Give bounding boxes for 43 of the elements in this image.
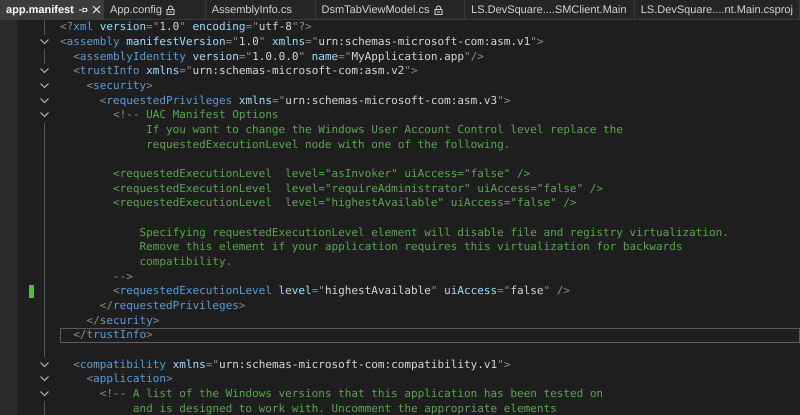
code-line: <compatibility xmlns="urn:schemas-microsoft-com:compatibility.v1"> [72, 358, 510, 372]
code-line: </requestedPrivileges> [98, 299, 246, 314]
pin-icon[interactable] [78, 4, 88, 14]
collapse-chevron-icon[interactable] [40, 112, 48, 118]
code-line: and is designed to work with. Uncomment the appropriate elements [132, 402, 557, 415]
code-line: <assembly manifestVersion="1.0" xmlns="urn:schemas-microsoft-com:asm.v1"> [60, 35, 544, 49]
editor-tab[interactable]: DsmTabViewModel.cs [316, 0, 466, 19]
collapse-chevron-icon[interactable] [40, 362, 48, 368]
code-line: <requestedPrivileges xmlns="urn:schemas-microsoft-com:asm.v3"> [98, 94, 510, 108]
code-line: <!-- A list of the Windows versions that this application has been tested on [98, 387, 604, 402]
editor-tab[interactable]: App.config [104, 0, 206, 19]
editor-tab[interactable]: LS.DevSquare....SMClient.Main [465, 0, 635, 19]
code-line: <assemblyIdentity version="1.0.0.0" name="MyApplication.app"/> [72, 50, 484, 64]
editor-tab[interactable]: LS.DevSquare....nt.Main.csproj [634, 0, 800, 19]
collapse-chevron-icon[interactable] [40, 39, 48, 45]
code-line: compatibility. [138, 255, 232, 270]
code-line: <requestedExecutionLevel level="requireAdministrator" uiAccess="false" /> [112, 182, 604, 196]
code-line: Specifying requestedExecutionLevel element will disable file and registry virtualization. [138, 226, 729, 240]
collapse-chevron-icon[interactable] [40, 68, 48, 74]
code-line: Remove this element if your application requires this virtualization for backwards [138, 240, 683, 254]
code-line: <?xml version="1.0" encoding="utf-8"?> [60, 20, 312, 34]
code-line: <!-- UAC Manifest Options [112, 108, 279, 122]
code-line: --> [112, 270, 133, 284]
lock-icon[interactable] [166, 4, 175, 14]
collapse-chevron-icon[interactable] [40, 83, 48, 90]
code-line: <trustInfo xmlns="urn:schemas-microsoft-com:asm.v2"> [72, 64, 418, 78]
code-line: <requestedExecutionLevel level="highestAvailable" uiAccess="false" /> [112, 196, 577, 210]
code-line: <requestedExecutionLevel level="asInvoker" uiAccess="false" /> [112, 167, 530, 182]
close-icon[interactable] [92, 5, 101, 14]
collapse-chevron-icon[interactable] [40, 376, 48, 382]
collapse-chevron-icon[interactable] [40, 98, 48, 104]
current-code-line: </trustInfo> [72, 328, 153, 342]
collapse-chevron-icon[interactable] [40, 391, 48, 398]
code-line: <requestedExecutionLevel level="highestAvailable" uiAccess="false" /> [112, 284, 570, 298]
code-line: <security> [85, 79, 153, 94]
code-line: <application> [85, 372, 173, 386]
editor-tab[interactable]: AssemblyInfo.cs [206, 0, 316, 19]
lock-icon[interactable] [434, 4, 443, 14]
code-editor[interactable] [0, 20, 800, 415]
editor-tab[interactable]: app.manifest [0, 0, 104, 19]
code-line: </security> [85, 314, 160, 328]
code-line: requestedExecutionLevel node with one of the following. [145, 138, 510, 152]
code-line: If you want to change the Windows User Account Control level replace the [145, 123, 623, 138]
